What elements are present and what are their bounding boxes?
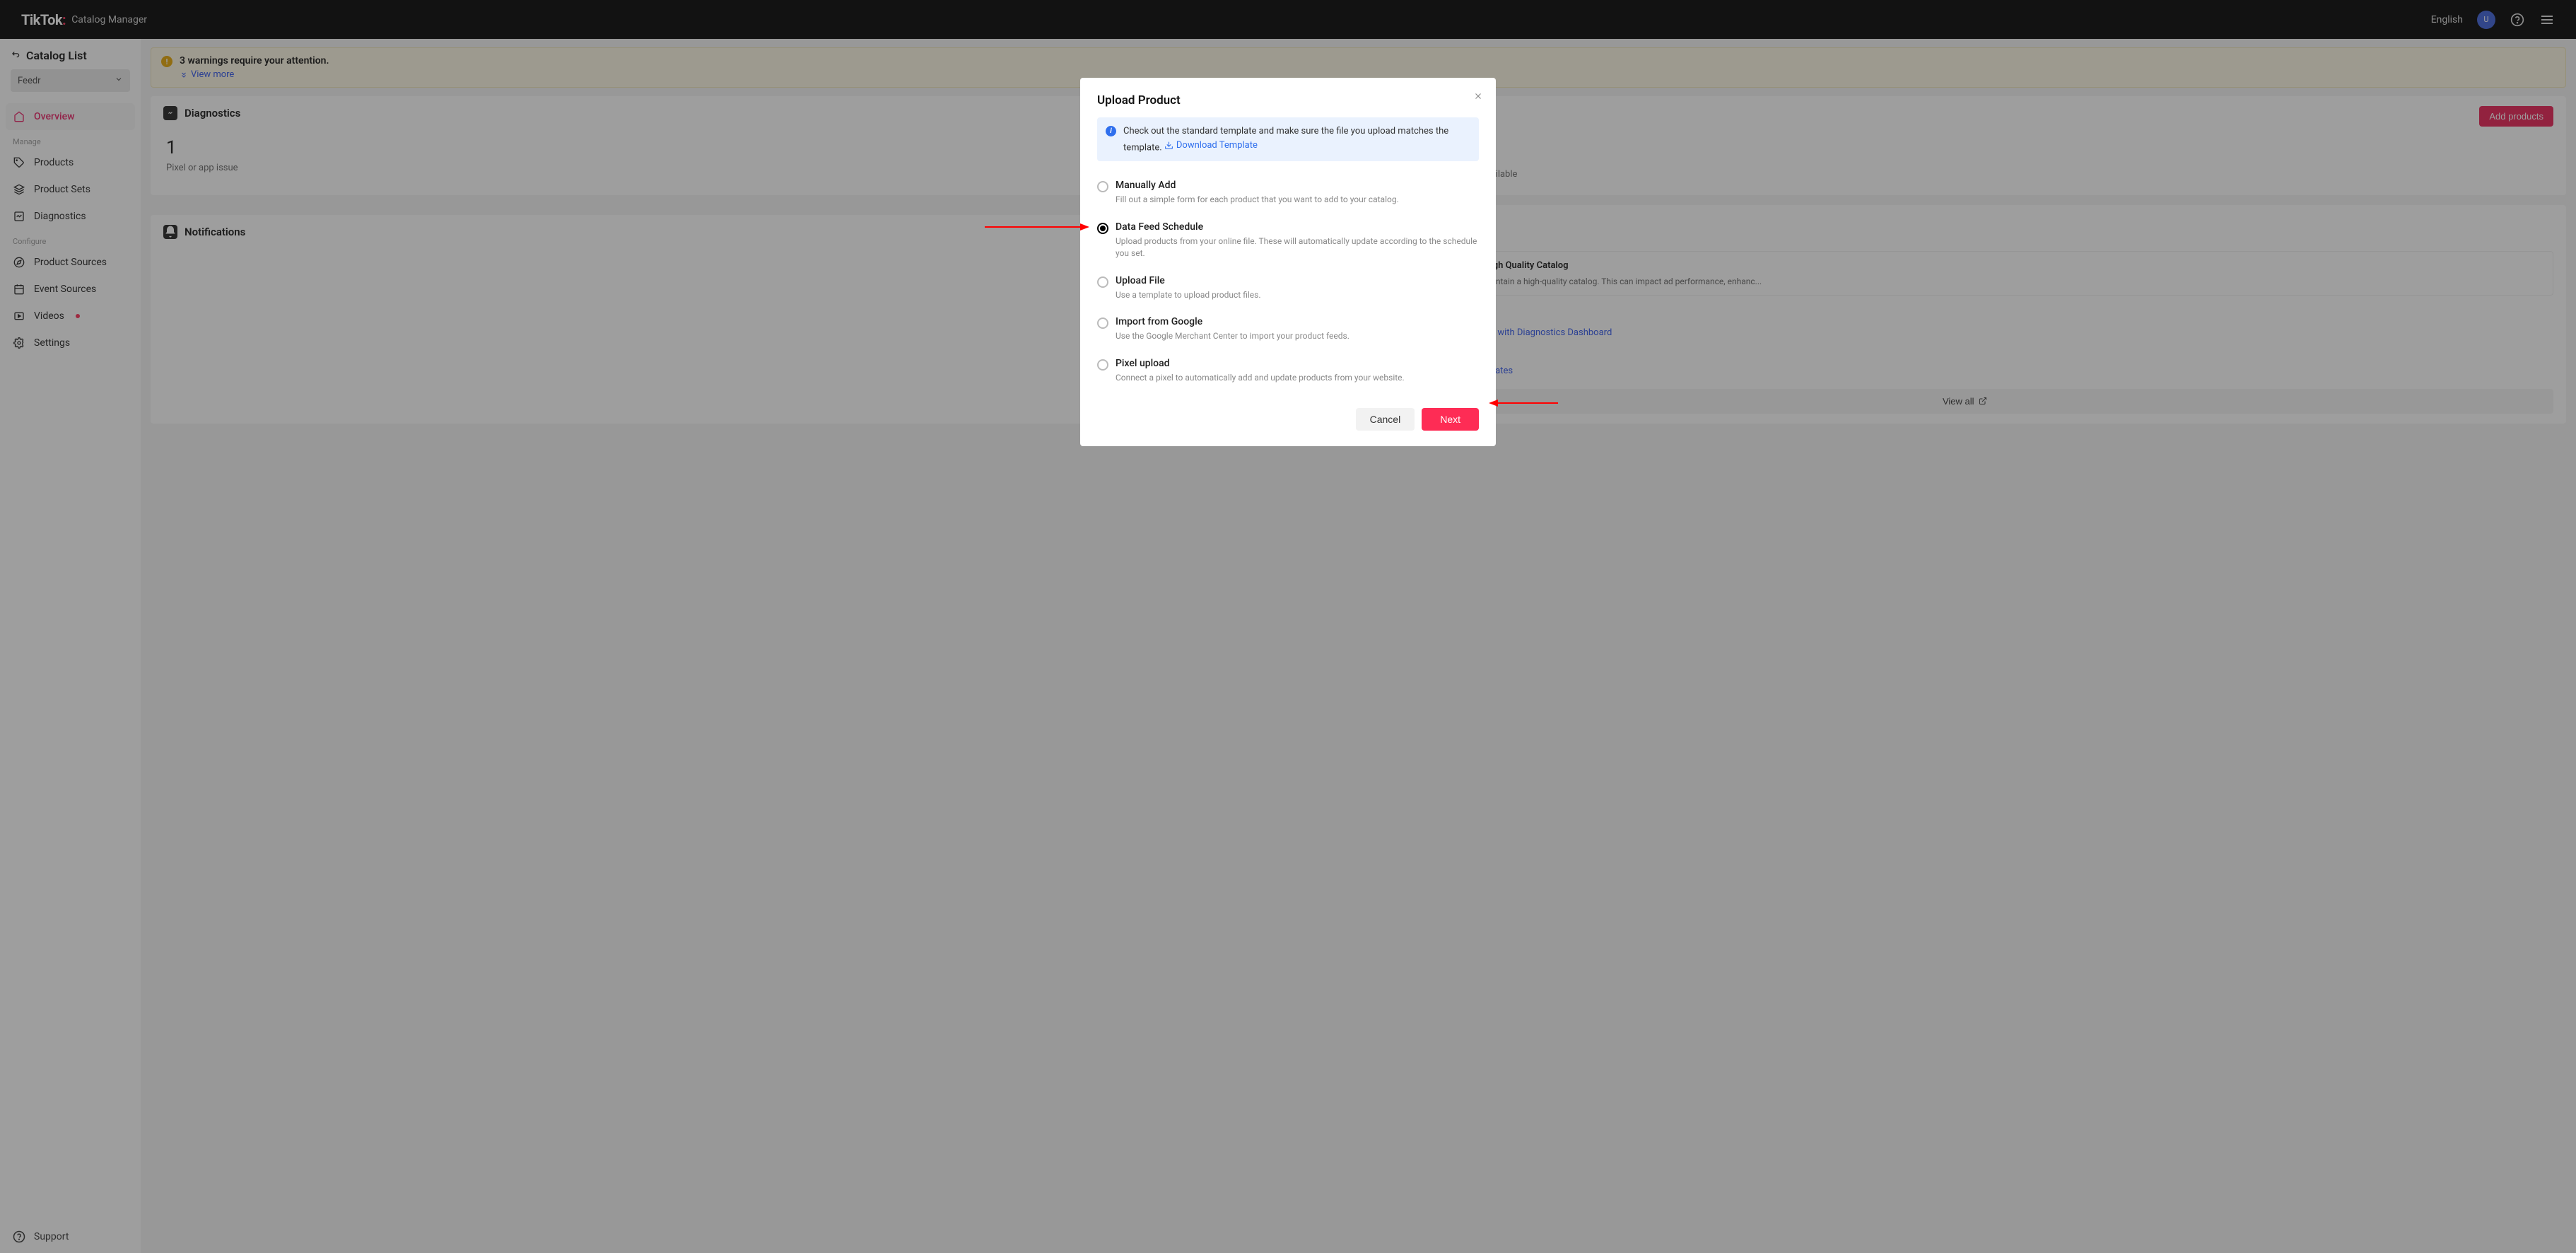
modal-title: Upload Product: [1097, 93, 1479, 107]
radio-icon-selected[interactable]: [1097, 223, 1108, 234]
upload-product-modal: Upload Product i Check out the standard …: [1080, 78, 1496, 446]
info-banner: i Check out the standard template and ma…: [1097, 117, 1479, 161]
download-icon: [1164, 141, 1173, 150]
option-data-feed-schedule[interactable]: Data Feed Schedule Upload products from …: [1097, 216, 1479, 269]
radio-icon[interactable]: [1097, 181, 1108, 192]
next-button[interactable]: Next: [1422, 408, 1479, 431]
radio-icon[interactable]: [1097, 359, 1108, 371]
option-upload-file[interactable]: Upload File Use a template to upload pro…: [1097, 269, 1479, 311]
info-icon: i: [1106, 126, 1116, 136]
radio-icon[interactable]: [1097, 276, 1108, 288]
option-manually-add[interactable]: Manually Add Fill out a simple form for …: [1097, 174, 1479, 216]
modal-overlay: Upload Product i Check out the standard …: [0, 0, 2576, 1253]
option-import-google[interactable]: Import from Google Use the Google Mercha…: [1097, 310, 1479, 352]
radio-icon[interactable]: [1097, 317, 1108, 329]
download-template-link[interactable]: Download Template: [1164, 139, 1258, 153]
cancel-button[interactable]: Cancel: [1356, 408, 1415, 431]
annotation-arrow-left: [985, 220, 1091, 234]
option-pixel-upload[interactable]: Pixel upload Connect a pixel to automati…: [1097, 352, 1479, 394]
annotation-arrow-right: [1487, 396, 1558, 410]
close-icon[interactable]: [1473, 91, 1483, 104]
